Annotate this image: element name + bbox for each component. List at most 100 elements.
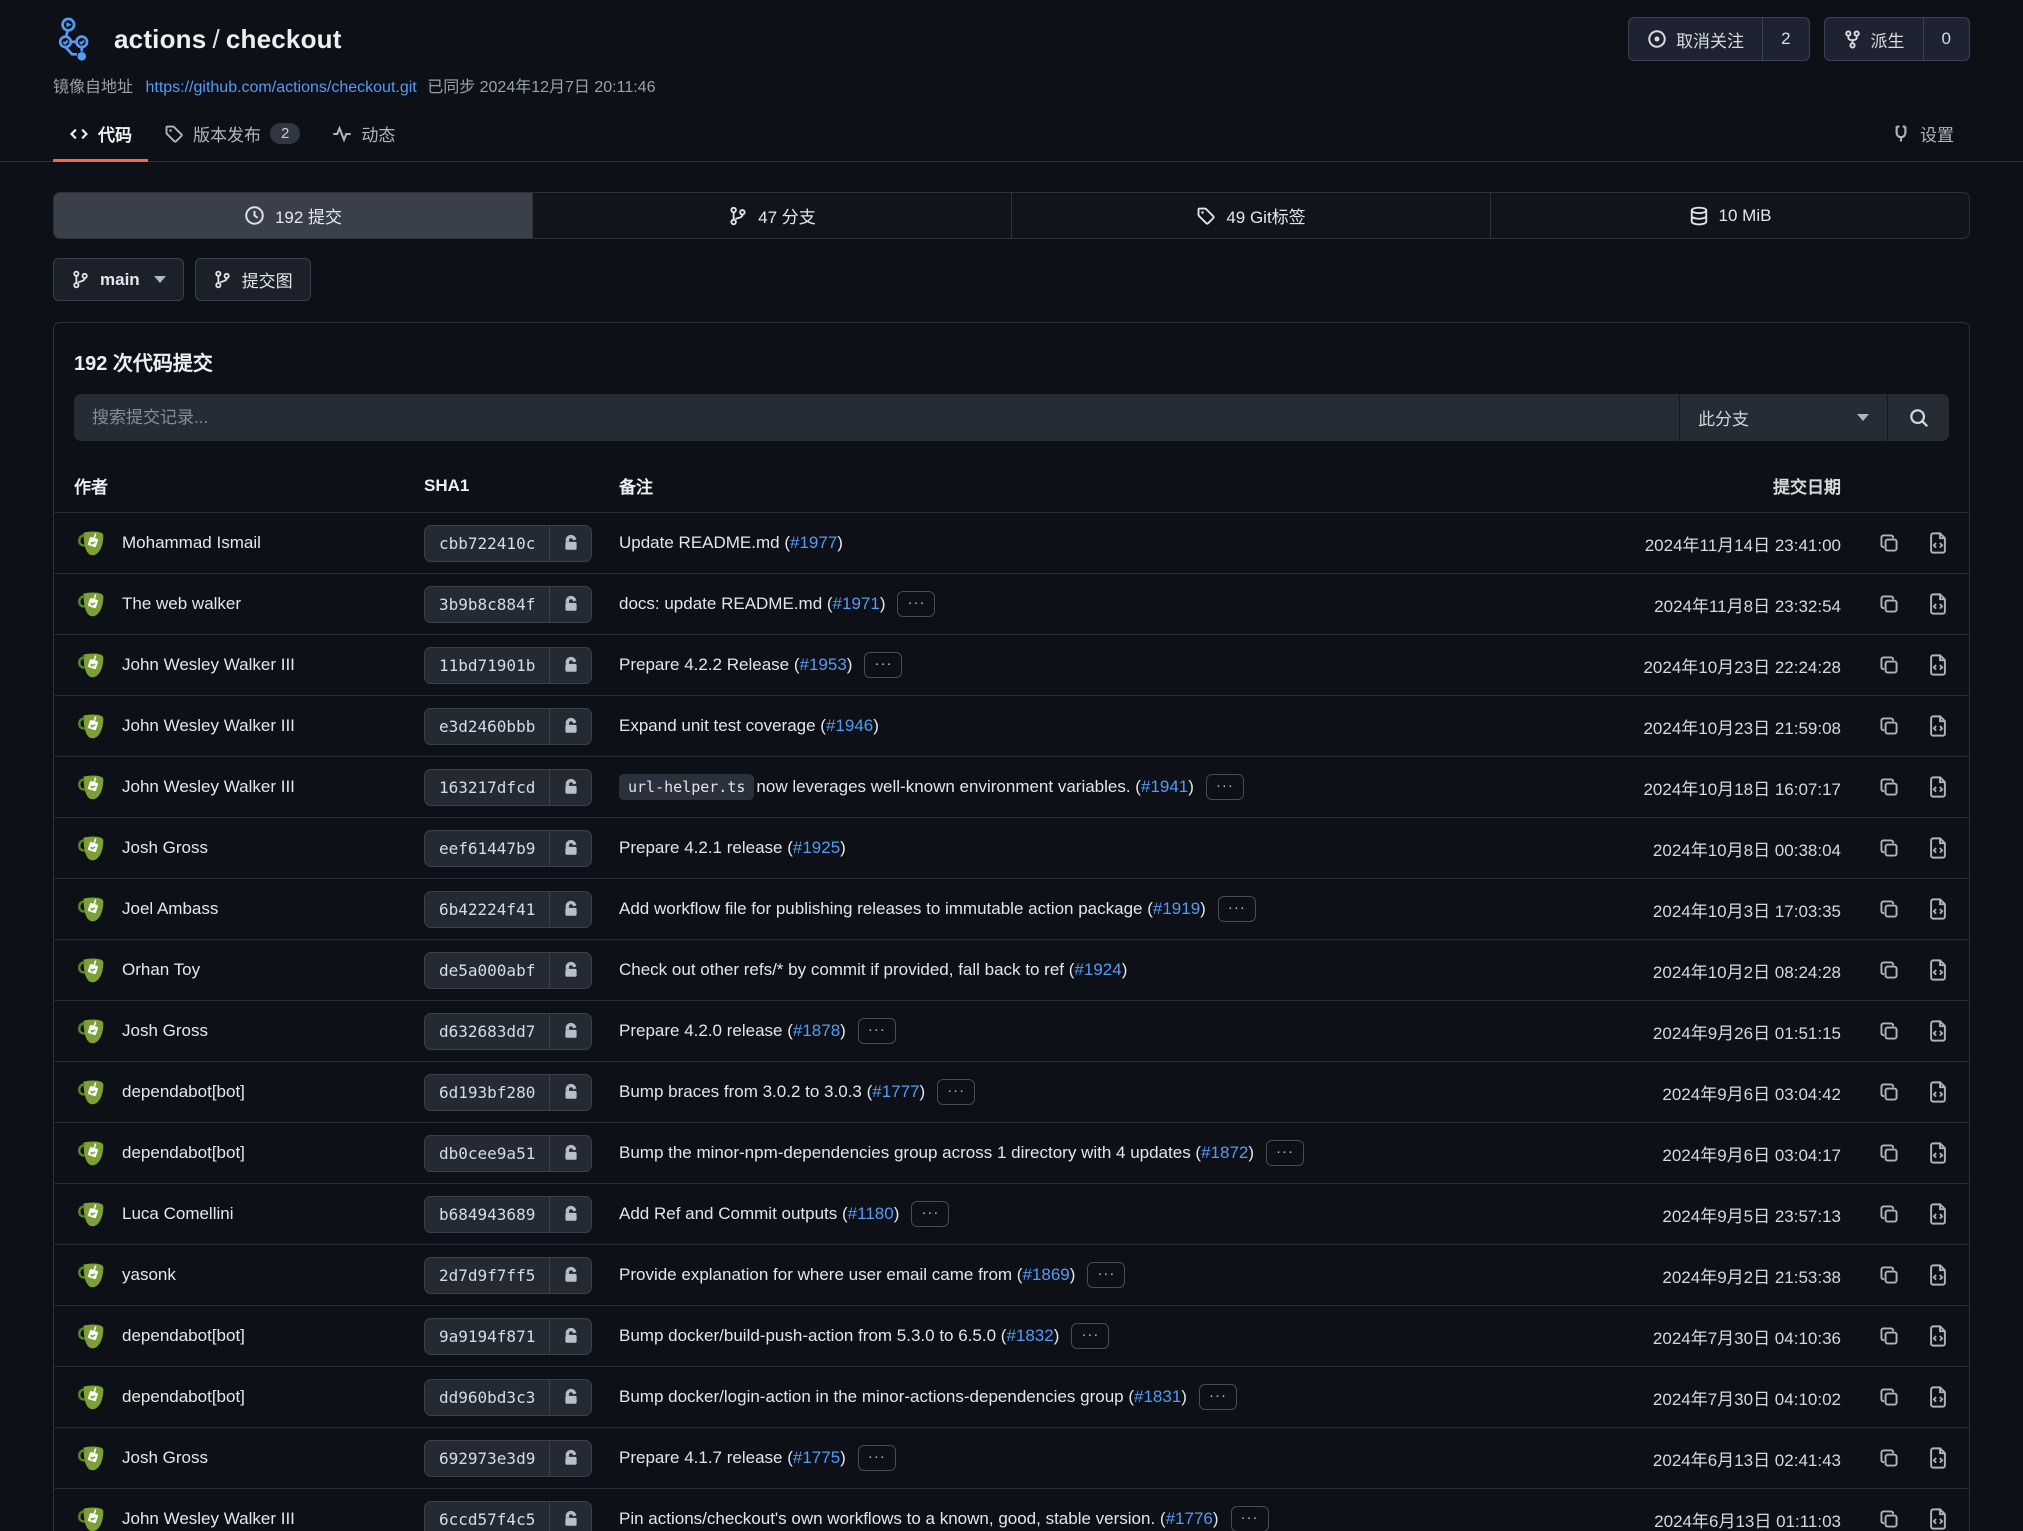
expand-commit-button[interactable]: ··· [858, 1018, 896, 1044]
expand-commit-button[interactable]: ··· [1266, 1140, 1304, 1166]
expand-commit-button[interactable]: ··· [1206, 774, 1244, 800]
commit-sha-button[interactable]: 2d7d9f7ff5 [424, 1257, 592, 1294]
issue-link[interactable]: #1971 [833, 594, 880, 614]
copy-sha-icon[interactable] [1878, 898, 1900, 920]
repo-name-link[interactable]: checkout [226, 24, 342, 54]
author-name[interactable]: John Wesley Walker III [122, 655, 295, 675]
author-name[interactable]: John Wesley Walker III [122, 777, 295, 797]
commit-sha-button[interactable]: 6b42224f41 [424, 891, 592, 928]
issue-link[interactable]: #1941 [1141, 777, 1188, 797]
author-name[interactable]: dependabot[bot] [122, 1143, 245, 1163]
copy-sha-icon[interactable] [1878, 1142, 1900, 1164]
commit-sha-button[interactable]: eef61447b9 [424, 830, 592, 867]
copy-sha-icon[interactable] [1878, 776, 1900, 798]
watchers-count[interactable]: 2 [1762, 18, 1808, 60]
author-name[interactable]: Josh Gross [122, 1021, 208, 1041]
commit-sha-button[interactable]: e3d2460bbb [424, 708, 592, 745]
commit-sha-button[interactable]: 163217dfcd [424, 769, 592, 806]
expand-commit-button[interactable]: ··· [1071, 1323, 1109, 1349]
expand-commit-button[interactable]: ··· [937, 1079, 975, 1105]
issue-link[interactable]: #1180 [848, 1204, 894, 1224]
tab-code[interactable]: 代码 [53, 107, 148, 161]
browse-source-icon[interactable] [1927, 1081, 1949, 1103]
expand-commit-button[interactable]: ··· [911, 1201, 949, 1227]
issue-link[interactable]: #1977 [790, 533, 837, 553]
copy-sha-icon[interactable] [1878, 1386, 1900, 1408]
unwatch-button[interactable]: 取消关注 [1629, 18, 1762, 60]
author-name[interactable]: dependabot[bot] [122, 1082, 245, 1102]
search-input[interactable] [74, 394, 1679, 441]
commit-sha-button[interactable]: 9a9194f871 [424, 1318, 592, 1355]
commit-sha-button[interactable]: dd960bd3c3 [424, 1379, 592, 1416]
expand-commit-button[interactable]: ··· [858, 1445, 896, 1471]
copy-sha-icon[interactable] [1878, 1264, 1900, 1286]
branch-filter-select[interactable]: 此分支 [1679, 394, 1887, 441]
author-name[interactable]: dependabot[bot] [122, 1326, 245, 1346]
issue-link[interactable]: #1946 [826, 716, 873, 736]
commit-sha-button[interactable]: 692973e3d9 [424, 1440, 592, 1477]
browse-source-icon[interactable] [1927, 654, 1949, 676]
browse-source-icon[interactable] [1927, 776, 1949, 798]
author-name[interactable]: Josh Gross [122, 838, 208, 858]
copy-sha-icon[interactable] [1878, 837, 1900, 859]
expand-commit-button[interactable]: ··· [1199, 1384, 1237, 1410]
issue-link[interactable]: #1869 [1022, 1265, 1069, 1285]
search-button[interactable] [1887, 394, 1949, 441]
issue-link[interactable]: #1831 [1134, 1387, 1181, 1407]
commit-sha-button[interactable]: 6d193bf280 [424, 1074, 592, 1111]
copy-sha-icon[interactable] [1878, 959, 1900, 981]
commit-sha-button[interactable]: 6ccd57f4c5 [424, 1501, 592, 1531]
browse-source-icon[interactable] [1927, 1325, 1949, 1347]
author-name[interactable]: John Wesley Walker III [122, 1509, 295, 1529]
author-name[interactable]: John Wesley Walker III [122, 716, 295, 736]
copy-sha-icon[interactable] [1878, 715, 1900, 737]
tab-activity[interactable]: 动态 [316, 107, 411, 161]
forks-count[interactable]: 0 [1923, 18, 1969, 60]
author-name[interactable]: yasonk [122, 1265, 176, 1285]
commit-sha-button[interactable]: d632683dd7 [424, 1013, 592, 1050]
browse-source-icon[interactable] [1927, 1142, 1949, 1164]
author-name[interactable]: dependabot[bot] [122, 1387, 245, 1407]
browse-source-icon[interactable] [1927, 1020, 1949, 1042]
stat-branches[interactable]: 47 分支 [532, 193, 1011, 238]
issue-link[interactable]: #1775 [793, 1448, 840, 1468]
browse-source-icon[interactable] [1927, 1447, 1949, 1469]
expand-commit-button[interactable]: ··· [1218, 896, 1256, 922]
stat-commits[interactable]: 192 提交 [54, 193, 532, 238]
copy-sha-icon[interactable] [1878, 1325, 1900, 1347]
author-name[interactable]: Joel Ambass [122, 899, 218, 919]
author-name[interactable]: The web walker [122, 594, 241, 614]
tab-settings[interactable]: 设置 [1875, 107, 1970, 161]
copy-sha-icon[interactable] [1878, 1508, 1900, 1530]
commit-sha-button[interactable]: b684943689 [424, 1196, 592, 1233]
copy-sha-icon[interactable] [1878, 1081, 1900, 1103]
commit-sha-button[interactable]: 3b9b8c884f [424, 586, 592, 623]
issue-link[interactable]: #1919 [1153, 899, 1200, 919]
copy-sha-icon[interactable] [1878, 1203, 1900, 1225]
branch-selector[interactable]: main [53, 258, 184, 301]
copy-sha-icon[interactable] [1878, 654, 1900, 676]
issue-link[interactable]: #1924 [1074, 960, 1121, 980]
copy-sha-icon[interactable] [1878, 1020, 1900, 1042]
browse-source-icon[interactable] [1927, 898, 1949, 920]
issue-link[interactable]: #1878 [793, 1021, 840, 1041]
commit-sha-button[interactable]: 11bd71901b [424, 647, 592, 684]
issue-link[interactable]: #1777 [872, 1082, 919, 1102]
browse-source-icon[interactable] [1927, 959, 1949, 981]
expand-commit-button[interactable]: ··· [864, 652, 902, 678]
browse-source-icon[interactable] [1927, 1386, 1949, 1408]
copy-sha-icon[interactable] [1878, 532, 1900, 554]
expand-commit-button[interactable]: ··· [1087, 1262, 1125, 1288]
author-name[interactable]: Luca Comellini [122, 1204, 234, 1224]
commit-sha-button[interactable]: db0cee9a51 [424, 1135, 592, 1172]
browse-source-icon[interactable] [1927, 1508, 1949, 1530]
repo-owner-link[interactable]: actions [114, 24, 206, 54]
browse-source-icon[interactable] [1927, 1264, 1949, 1286]
issue-link[interactable]: #1832 [1006, 1326, 1053, 1346]
mirror-url-link[interactable]: https://github.com/actions/checkout.git [145, 79, 416, 96]
issue-link[interactable]: #1953 [800, 655, 847, 675]
commit-sha-button[interactable]: cbb722410c [424, 525, 592, 562]
issue-link[interactable]: #1776 [1166, 1509, 1213, 1529]
commit-graph-button[interactable]: 提交图 [195, 258, 311, 301]
stat-size[interactable]: 10 MiB [1490, 193, 1969, 238]
